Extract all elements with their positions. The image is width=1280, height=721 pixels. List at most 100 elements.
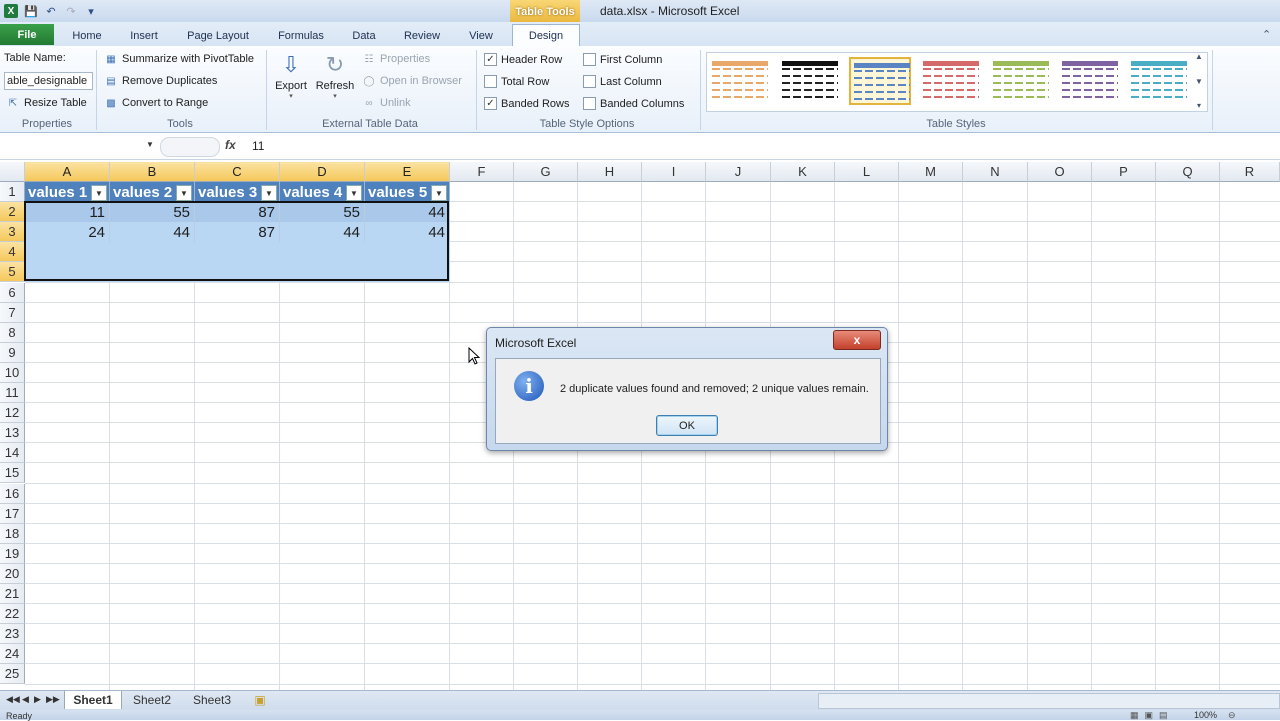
table-header-cell[interactable]: values 2 ▼ bbox=[110, 182, 195, 202]
row-header-19[interactable]: 19 bbox=[0, 543, 25, 564]
table-header-cell[interactable]: values 4 ▼ bbox=[280, 182, 365, 202]
column-header-i[interactable]: I bbox=[642, 162, 706, 182]
row-header-2[interactable]: 2 bbox=[0, 202, 25, 223]
filter-dropdown-icon[interactable]: ▼ bbox=[431, 185, 447, 201]
page-break-view-icon[interactable]: ▤ bbox=[1159, 710, 1168, 720]
first-sheet-icon[interactable]: ◀◀ bbox=[6, 694, 20, 705]
table-style-swatch[interactable] bbox=[849, 57, 911, 105]
tab-view[interactable]: View bbox=[458, 26, 504, 46]
horizontal-scrollbar[interactable] bbox=[818, 693, 1280, 709]
unlink-button[interactable]: ∞ Unlink bbox=[362, 96, 410, 110]
row-header-3[interactable]: 3 bbox=[0, 222, 25, 243]
ok-button[interactable]: OK bbox=[656, 415, 718, 436]
column-header-l[interactable]: L bbox=[835, 162, 899, 182]
refresh-button[interactable]: ↻ Refresh ▾ bbox=[314, 50, 356, 100]
column-header-e[interactable]: E bbox=[365, 162, 450, 182]
insert-sheet-icon[interactable]: ▣ bbox=[246, 691, 274, 709]
redo-icon[interactable]: ↷ bbox=[64, 4, 78, 18]
column-header-a[interactable]: A bbox=[25, 162, 110, 182]
column-header-r[interactable]: R bbox=[1220, 162, 1280, 182]
row-header-14[interactable]: 14 bbox=[0, 443, 25, 464]
table-style-swatch[interactable] bbox=[779, 57, 841, 105]
column-header-f[interactable]: F bbox=[450, 162, 514, 182]
page-layout-view-icon[interactable]: ▣ bbox=[1145, 710, 1154, 720]
last-column-checkbox[interactable]: Last Column bbox=[583, 75, 662, 88]
row-header-17[interactable]: 17 bbox=[0, 503, 25, 524]
column-header-g[interactable]: G bbox=[514, 162, 578, 182]
resize-table-button[interactable]: ⇱ Resize Table bbox=[6, 96, 87, 110]
prev-sheet-icon[interactable]: ◀ bbox=[22, 694, 29, 705]
table-style-swatch[interactable] bbox=[1128, 57, 1190, 105]
sheet-tab-sheet2[interactable]: Sheet2 bbox=[124, 691, 180, 709]
filter-dropdown-icon[interactable]: ▼ bbox=[346, 185, 362, 201]
column-header-c[interactable]: C bbox=[195, 162, 280, 182]
tab-data[interactable]: Data bbox=[344, 26, 384, 46]
last-sheet-icon[interactable]: ▶▶ bbox=[46, 694, 60, 705]
column-header-m[interactable]: M bbox=[899, 162, 963, 182]
row-header-9[interactable]: 9 bbox=[0, 342, 25, 363]
properties-button[interactable]: ☷ Properties bbox=[362, 52, 431, 66]
row-header-12[interactable]: 12 bbox=[0, 403, 25, 424]
name-box-dropdown-icon[interactable]: ▼ bbox=[146, 140, 154, 149]
table-styles-gallery[interactable] bbox=[706, 52, 1208, 112]
formula-input[interactable]: 11 bbox=[252, 139, 264, 153]
row-header-13[interactable]: 13 bbox=[0, 423, 25, 444]
tab-formulas[interactable]: Formulas bbox=[268, 26, 334, 46]
export-button[interactable]: ⇩ Export ▾ bbox=[272, 50, 310, 100]
header-row-checkbox[interactable]: ✓ Header Row bbox=[484, 53, 562, 66]
dialog-close-button[interactable]: x bbox=[833, 330, 881, 350]
filter-dropdown-icon[interactable]: ▼ bbox=[261, 185, 277, 201]
filter-dropdown-icon[interactable]: ▼ bbox=[91, 185, 107, 201]
zoom-out-icon[interactable]: ⊖ bbox=[1228, 710, 1236, 721]
summarize-pivottable-button[interactable]: ▦ Summarize with PivotTable bbox=[104, 52, 254, 66]
tab-insert[interactable]: Insert bbox=[122, 26, 166, 46]
tab-page-layout[interactable]: Page Layout bbox=[178, 26, 258, 46]
row-header-1[interactable]: 1 bbox=[0, 182, 25, 203]
collapse-ribbon-icon[interactable]: ⌃ bbox=[1262, 28, 1271, 41]
sheet-tab-sheet3[interactable]: Sheet3 bbox=[184, 691, 240, 709]
next-sheet-icon[interactable]: ▶ bbox=[34, 694, 41, 705]
zoom-level[interactable]: 100% bbox=[1194, 710, 1217, 720]
row-header-25[interactable]: 25 bbox=[0, 664, 25, 685]
tab-design[interactable]: Design bbox=[512, 24, 580, 47]
row-header-21[interactable]: 21 bbox=[0, 584, 25, 605]
name-box[interactable]: ▼ bbox=[2, 137, 157, 155]
column-header-o[interactable]: O bbox=[1028, 162, 1092, 182]
table-header-cell[interactable]: values 1 ▼ bbox=[25, 182, 110, 202]
column-header-j[interactable]: J bbox=[706, 162, 771, 182]
gallery-scroll[interactable]: ▲ ▼ ▾ bbox=[1192, 52, 1206, 110]
row-header-10[interactable]: 10 bbox=[0, 362, 25, 383]
tab-home[interactable]: Home bbox=[64, 26, 110, 46]
convert-to-range-button[interactable]: ▩ Convert to Range bbox=[104, 96, 208, 110]
save-icon[interactable]: 💾 bbox=[24, 4, 38, 18]
column-header-b[interactable]: B bbox=[110, 162, 195, 182]
normal-view-icon[interactable]: ▦ bbox=[1130, 710, 1139, 720]
table-header-cell[interactable]: values 3 ▼ bbox=[195, 182, 280, 202]
table-style-swatch[interactable] bbox=[990, 57, 1052, 105]
row-header-5[interactable]: 5 bbox=[0, 262, 25, 283]
column-header-q[interactable]: Q bbox=[1156, 162, 1220, 182]
row-header-4[interactable]: 4 bbox=[0, 242, 25, 263]
row-header-20[interactable]: 20 bbox=[0, 563, 25, 584]
row-header-6[interactable]: 6 bbox=[0, 282, 25, 303]
select-all-corner[interactable] bbox=[0, 162, 25, 182]
undo-icon[interactable]: ↶ bbox=[44, 4, 58, 18]
row-header-11[interactable]: 11 bbox=[0, 383, 25, 404]
sheet-tab-sheet1[interactable]: Sheet1 bbox=[64, 691, 122, 709]
banded-rows-checkbox[interactable]: ✓ Banded Rows bbox=[484, 97, 570, 110]
filter-dropdown-icon[interactable]: ▼ bbox=[176, 185, 192, 201]
scroll-up-icon[interactable]: ▲ bbox=[1195, 52, 1203, 61]
tab-file[interactable]: File bbox=[0, 24, 54, 45]
table-header-cell[interactable]: values 5 ▼ bbox=[365, 182, 450, 202]
table-style-swatch[interactable] bbox=[709, 57, 771, 105]
column-header-n[interactable]: N bbox=[963, 162, 1028, 182]
banded-columns-checkbox[interactable]: Banded Columns bbox=[583, 97, 684, 110]
insert-function-icon[interactable]: fx bbox=[225, 138, 236, 152]
row-header-24[interactable]: 24 bbox=[0, 644, 25, 665]
column-header-d[interactable]: D bbox=[280, 162, 365, 182]
table-style-swatch[interactable] bbox=[1059, 57, 1121, 105]
tab-review[interactable]: Review bbox=[396, 26, 448, 46]
table-style-swatch[interactable] bbox=[920, 57, 982, 105]
row-header-8[interactable]: 8 bbox=[0, 322, 25, 343]
column-header-k[interactable]: K bbox=[771, 162, 835, 182]
